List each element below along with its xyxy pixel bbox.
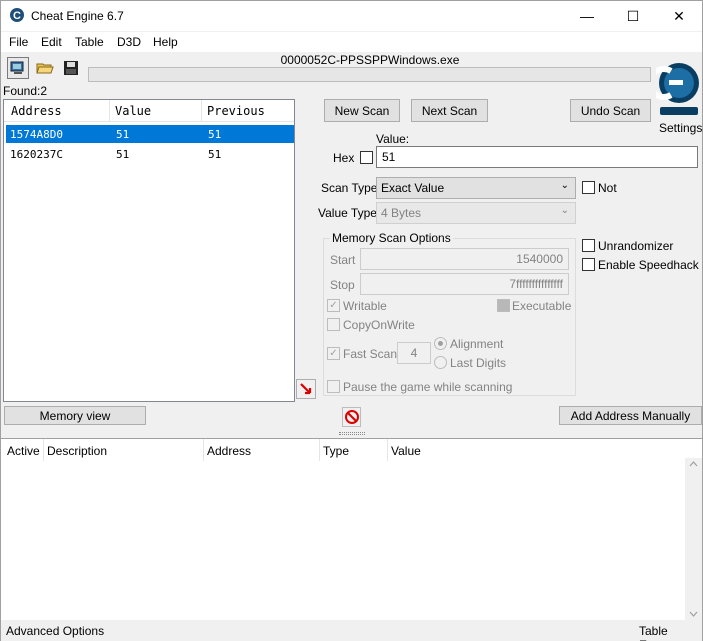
cheat-engine-logo-icon[interactable]	[656, 53, 702, 119]
hex-checkbox[interactable]	[360, 151, 373, 164]
save-button[interactable]	[60, 57, 82, 79]
minimize-button[interactable]: —	[564, 1, 610, 31]
last-digits-radio[interactable]	[434, 356, 447, 369]
scan-type-label: Scan Type	[321, 181, 378, 195]
column-address[interactable]: Address	[11, 104, 62, 118]
writable-checkbox[interactable]: ✓	[327, 299, 340, 312]
result-value: 51	[116, 148, 130, 161]
start-label: Start	[330, 253, 356, 267]
add-selected-to-list-button[interactable]	[296, 379, 316, 399]
stop-address-input[interactable]: 7fffffffffffffff	[360, 273, 569, 295]
not-checkbox[interactable]	[582, 181, 595, 194]
result-value: 51	[116, 128, 130, 141]
column-address[interactable]: Address	[207, 444, 251, 458]
advanced-options-link[interactable]: Advanced Options	[6, 624, 104, 638]
close-button[interactable]: ✕	[656, 1, 702, 31]
no-entry-icon	[344, 410, 359, 424]
executable-label: Executable	[512, 299, 572, 313]
column-type[interactable]: Type	[323, 444, 349, 458]
scan-type-value: Exact Value	[381, 181, 445, 195]
enable-speedhack-checkbox[interactable]	[582, 258, 595, 271]
column-value[interactable]: Value	[115, 104, 151, 118]
copy-on-write-label: CopyOnWrite	[343, 318, 415, 332]
scan-type-select[interactable]: Exact Value ⌄	[376, 177, 576, 199]
floppy-disk-icon	[64, 61, 78, 75]
pause-game-checkbox[interactable]	[327, 380, 340, 393]
menu-table[interactable]: Table	[75, 35, 104, 49]
table-extras-link[interactable]: Table Extras	[639, 624, 702, 641]
results-header: Address Value Previous	[4, 100, 294, 122]
chevron-down-icon: ⌄	[560, 205, 569, 216]
memory-view-button[interactable]: Memory view	[4, 406, 146, 425]
menu-file[interactable]: File	[9, 35, 28, 49]
computer-icon	[10, 61, 24, 74]
result-previous: 51	[208, 148, 222, 161]
next-scan-button[interactable]: Next Scan	[411, 99, 488, 122]
column-previous[interactable]: Previous	[207, 104, 265, 118]
value-label: Value:	[376, 132, 410, 146]
copy-on-write-checkbox[interactable]	[327, 318, 340, 331]
enable-speedhack-label: Enable Speedhack	[598, 258, 699, 272]
folder-open-icon	[36, 63, 54, 74]
unrandomizer-checkbox[interactable]	[582, 239, 595, 252]
alignment-radio[interactable]	[434, 337, 447, 350]
executable-checkbox[interactable]	[497, 299, 510, 312]
cheat-engine-app-icon: C	[10, 8, 24, 22]
red-arrow-icon	[300, 383, 312, 395]
column-description[interactable]: Description	[47, 444, 107, 458]
address-table-scrollbar[interactable]	[685, 458, 702, 620]
found-count: Found:2	[3, 84, 48, 98]
window-title: Cheat Engine 6.7	[31, 9, 124, 23]
memory-scan-options-title: Memory Scan Options	[330, 231, 453, 245]
open-process-button[interactable]	[7, 57, 29, 79]
fast-scan-value-input[interactable]: 4	[397, 342, 431, 364]
title-bar: C Cheat Engine 6.7 — ☐ ✕	[1, 1, 702, 31]
process-title: 0000052C-PPSSPPWindows.exe	[280, 53, 460, 67]
column-active[interactable]: Active	[7, 444, 40, 458]
menu-d3d[interactable]: D3D	[117, 35, 141, 49]
last-digits-label: Last Digits	[450, 356, 507, 370]
scan-results-list[interactable]: Address Value Previous 1574A8D0 51 51 16…	[3, 99, 295, 402]
add-address-manually-button[interactable]: Add Address Manually	[559, 406, 702, 425]
maximize-button[interactable]: ☐	[610, 1, 656, 31]
chevron-down-icon: ⌄	[560, 180, 569, 191]
menu-help[interactable]: Help	[153, 35, 178, 49]
stop-button[interactable]	[342, 407, 361, 427]
result-previous: 51	[208, 128, 222, 141]
scan-progress-bar	[88, 67, 651, 82]
cheat-engine-window: C Cheat Engine 6.7 — ☐ ✕ File Edit Table…	[0, 0, 703, 641]
value-type-label: Value Type	[318, 206, 377, 220]
stop-label: Stop	[330, 278, 355, 292]
value-type-select[interactable]: 4 Bytes ⌄	[376, 202, 576, 224]
new-scan-button[interactable]: New Scan	[324, 99, 400, 122]
hex-label: Hex	[333, 151, 355, 165]
pause-game-label: Pause the game while scanning	[343, 380, 513, 394]
result-address: 1574A8D0	[10, 128, 63, 141]
address-table[interactable]: Active Description Address Type Value	[1, 438, 702, 620]
open-file-button[interactable]	[34, 57, 56, 79]
status-bar: Advanced Options Table Extras	[1, 620, 702, 641]
result-row[interactable]: 1574A8D0 51 51	[6, 125, 294, 143]
result-address: 1620237C	[10, 148, 63, 161]
column-value[interactable]: Value	[391, 444, 421, 458]
panel-splitter[interactable]	[339, 432, 365, 435]
fast-scan-checkbox[interactable]: ✓	[327, 347, 340, 360]
menu-bar: File Edit Table D3D Help	[1, 32, 702, 52]
menu-edit[interactable]: Edit	[41, 35, 62, 49]
value-type-value: 4 Bytes	[381, 206, 422, 220]
scan-value-input[interactable]: 51	[376, 146, 698, 168]
scroll-up-arrow-icon	[689, 461, 698, 467]
start-address-input[interactable]: 1540000	[360, 248, 569, 270]
alignment-label: Alignment	[450, 337, 504, 351]
scroll-down-arrow-icon	[689, 611, 698, 617]
writable-label: Writable	[343, 299, 387, 313]
undo-scan-button[interactable]: Undo Scan	[570, 99, 651, 122]
result-row[interactable]: 1620237C 51 51	[6, 145, 294, 163]
unrandomizer-label: Unrandomizer	[598, 239, 674, 253]
fast-scan-label: Fast Scan	[343, 347, 398, 361]
not-label: Not	[598, 181, 617, 195]
svg-text:C: C	[13, 10, 21, 22]
settings-label[interactable]: Settings	[659, 121, 702, 135]
